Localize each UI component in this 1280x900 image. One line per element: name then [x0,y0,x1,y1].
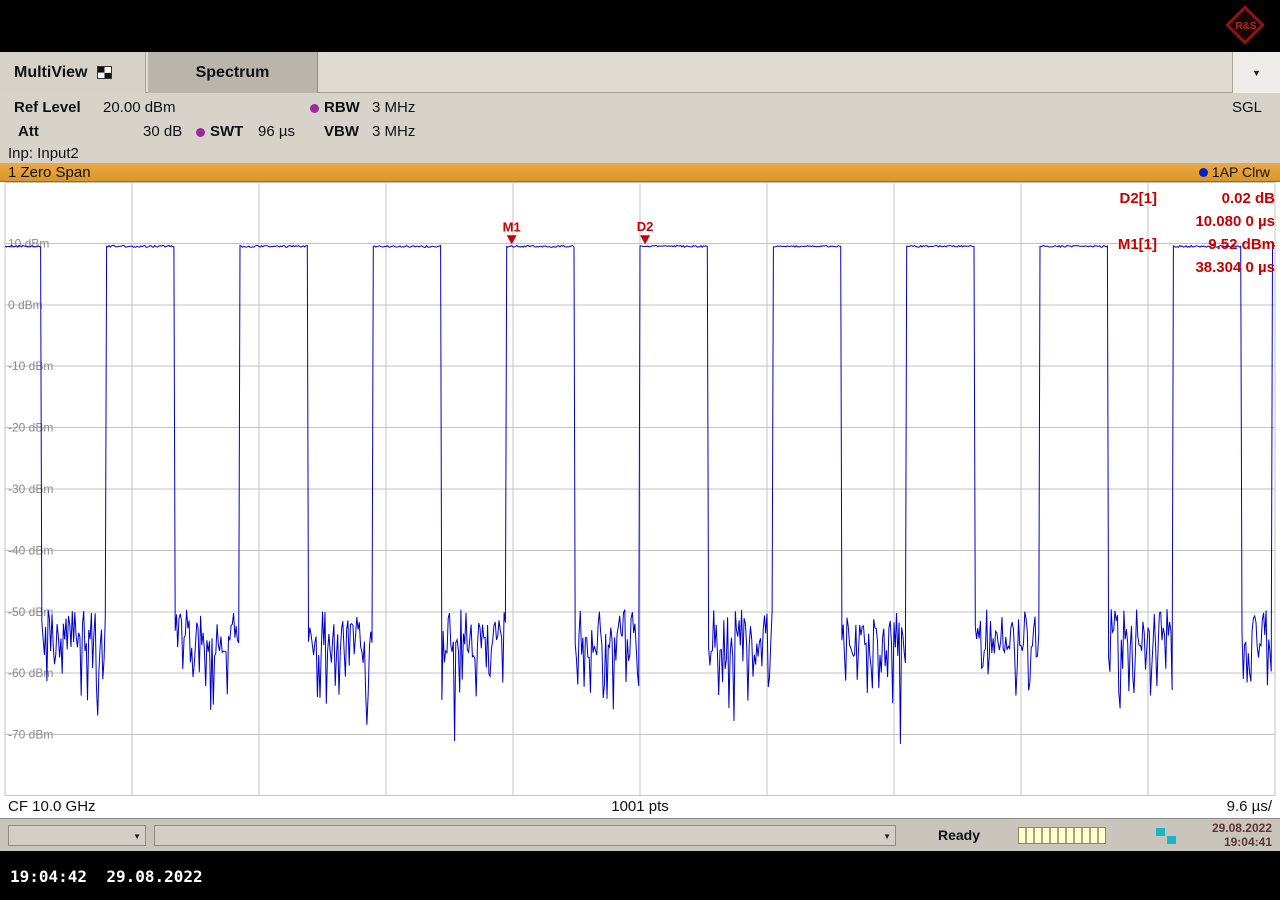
marker-m1-level: 9.52 dBm [1157,236,1275,253]
status-dropdown-left[interactable]: ▼ [8,825,146,846]
status-date: 29.08.2022 [1212,821,1272,835]
top-bar: R&S [0,0,1280,52]
tab-spectrum-label: Spectrum [196,64,270,82]
trace-info: 1AP Clrw [1199,164,1270,180]
sgl-indicator: SGL [1232,99,1262,116]
analyzer-screen: R&S MultiView Spectrum ▼ Ref Level 20.00… [0,0,1280,900]
status-bar: ▼ ▼ Ready 29.08.2022 19:04:41 [0,818,1280,851]
channel-title-bar[interactable]: 1 Zero Span 1AP Clrw [0,163,1280,182]
tab-bar: MultiView Spectrum ▼ [0,52,1280,93]
marker-d2-name: D2[1] [1119,190,1157,207]
chart-markers[interactable]: M1 D2 [503,219,654,244]
tab-multiview-label: MultiView [14,64,88,82]
trace-label: 1AP Clrw [1212,164,1270,180]
rbw-value[interactable]: 3 MHz [372,99,415,116]
marker-d2-time: 10.080 0 µs [1157,213,1275,230]
svg-text:0 dBm: 0 dBm [8,298,43,312]
svg-text:-20 dBm: -20 dBm [8,421,53,435]
svg-text:10 dBm: 10 dBm [8,236,49,250]
svg-text:-10 dBm: -10 dBm [8,359,53,373]
att-value[interactable]: 30 dB [143,123,182,140]
status-datetime: 29.08.2022 19:04:41 [1212,821,1272,849]
ref-level-label: Ref Level [14,99,81,116]
center-frequency-label: CF 10.0 GHz [8,798,96,815]
tab-spectrum[interactable]: Spectrum [148,52,318,93]
att-label: Att [18,123,39,140]
tab-list-dropdown-button[interactable]: ▼ [1232,52,1280,93]
chevron-down-icon: ▼ [883,832,891,841]
ref-level-value[interactable]: 20.00 dBm [103,99,176,116]
swt-label: SWT [210,123,243,140]
sweep-points-label: 1001 pts [611,798,669,815]
svg-text:-50 dBm: -50 dBm [8,605,53,619]
window-title: 1 Zero Span [8,164,91,181]
tab-multiview[interactable]: MultiView [0,52,146,93]
vbw-label: VBW [324,123,359,140]
marker-d2-triangle-icon[interactable] [640,235,650,244]
svg-text:-40 dBm: -40 dBm [8,543,53,557]
input-indicator: Inp: Input2 [8,145,79,162]
marker-d2-level: 0.02 dB [1157,190,1275,207]
vbw-value[interactable]: 3 MHz [372,123,415,140]
remote-footer: 19:04:42 29.08.2022 [0,851,1280,900]
x-axis-footer: CF 10.0 GHz 1001 pts 9.6 µs/ [0,796,1280,818]
status-time: 19:04:41 [1212,835,1272,849]
zero-span-diagram: 10 dBm 0 dBm -10 dBm -20 dBm -30 dBm -40 dBm -… [0,182,1280,818]
marker-m1-name: M1[1] [1118,236,1157,253]
rbw-coupling-dot-icon [310,104,319,113]
svg-text:-30 dBm: -30 dBm [8,482,53,496]
swt-coupling-dot-icon [196,128,205,137]
chevron-down-icon: ▼ [133,832,141,841]
settings-header: Ref Level 20.00 dBm RBW 3 MHz SGL Att 30… [0,93,1280,163]
measurement-progress-bar [1018,827,1106,844]
svg-text:-70 dBm: -70 dBm [8,728,53,742]
logo-text: R&S [1224,4,1268,48]
rohde-schwarz-logo: R&S [1224,4,1268,48]
marker-d2-label: D2 [637,219,654,234]
rbw-label: RBW [324,99,360,116]
marker-readout-panel: D2[1] 0.02 dB 10.080 0 µs M1[1] 9.52 dBm… [985,187,1275,279]
trace-dot-icon [1199,168,1208,177]
marker-m1-time: 38.304 0 µs [1157,259,1275,276]
footer-clock: 19:04:42 29.08.2022 [10,867,203,886]
status-message-dropdown[interactable]: ▼ [154,825,896,846]
ready-status: Ready [938,827,980,843]
network-status-icon[interactable] [1156,828,1176,844]
time-per-div-label: 9.6 µs/ [1227,798,1272,815]
multiview-grid-icon [97,66,112,79]
chevron-down-icon: ▼ [1252,68,1261,78]
marker-m1-label: M1 [503,219,521,234]
swt-value[interactable]: 96 µs [258,123,295,140]
